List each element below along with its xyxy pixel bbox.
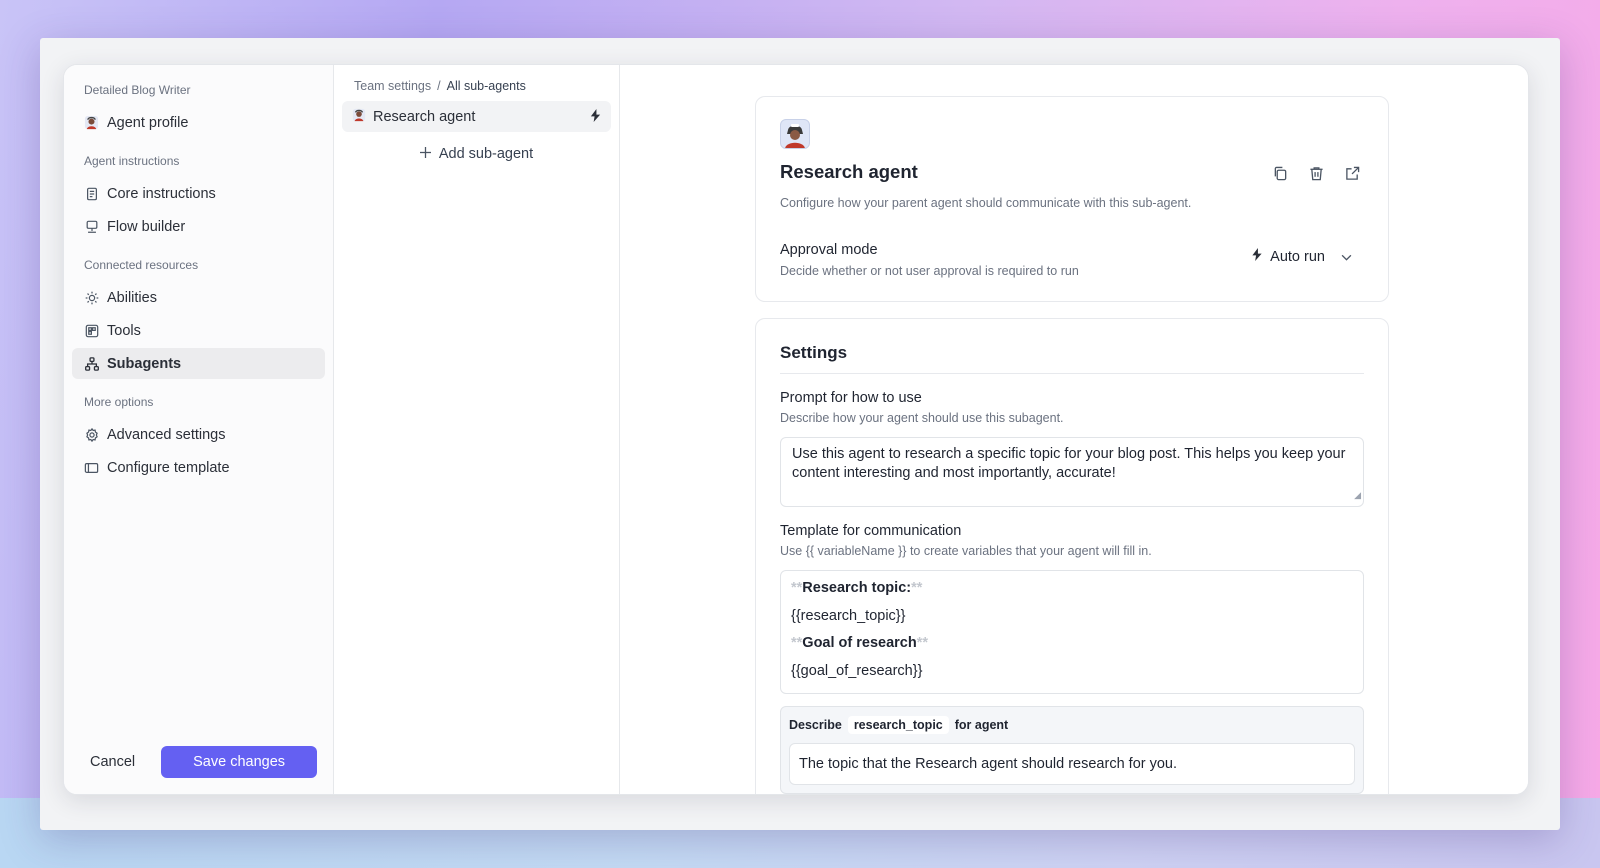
add-subagent-label: Add sub-agent xyxy=(438,146,534,162)
template-line: {{goal_of_research}} xyxy=(791,662,923,679)
sun-icon xyxy=(84,290,99,305)
breadcrumb: Team settings / All sub-agents xyxy=(342,79,611,93)
sidebar-item-tools[interactable]: Tools xyxy=(72,315,325,346)
sidebar-item-label: Abilities xyxy=(107,289,157,306)
agent-settings-modal: Detailed Blog Writer Agent profile Agent… xyxy=(63,64,1529,795)
settings-sidebar: Detailed Blog Writer Agent profile Agent… xyxy=(64,65,334,794)
settings-card: Settings Prompt for how to use Describe … xyxy=(755,318,1389,794)
hierarchy-icon xyxy=(84,356,99,371)
copy-icon[interactable] xyxy=(1270,163,1290,183)
nav-footer: Cancel Save changes xyxy=(64,746,333,778)
gear-icon xyxy=(84,427,99,442)
template-label: Template for communication xyxy=(780,523,962,539)
sidebar-item-agent-profile[interactable]: Agent profile xyxy=(72,107,325,138)
variable-description-header: Describe research_topic for agent xyxy=(789,707,1355,743)
variable-description-value: The topic that the Research agent should… xyxy=(799,756,1178,772)
sidebar-item-label: Core instructions xyxy=(107,185,216,202)
trash-icon[interactable] xyxy=(1306,163,1326,183)
flow-icon xyxy=(84,219,99,234)
sidebar-item-flow-builder[interactable]: Flow builder xyxy=(72,211,325,242)
template-description: Use {{ variableName }} to create variabl… xyxy=(780,544,1152,558)
approval-mode-value: Auto run xyxy=(1270,248,1325,265)
sidebar-item-abilities[interactable]: Abilities xyxy=(72,282,325,313)
template-line: **Goal of research** xyxy=(791,632,1353,660)
template-heading: Goal of research xyxy=(802,635,917,651)
template-icon xyxy=(84,460,99,475)
lightning-icon xyxy=(590,108,601,125)
add-subagent-button[interactable]: Add sub-agent xyxy=(342,136,611,172)
agent-avatar-icon xyxy=(352,108,366,126)
chevron-down-icon xyxy=(1341,249,1352,265)
describe-prefix: Describe xyxy=(789,718,842,732)
subagent-name: Research agent xyxy=(373,108,476,125)
section-heading-more: More options xyxy=(84,395,154,409)
markdown-marker: ** xyxy=(911,580,923,596)
breadcrumb-all-subagents[interactable]: All sub-agents xyxy=(447,79,526,93)
cancel-button[interactable]: Cancel xyxy=(80,746,145,778)
sidebar-item-subagents[interactable]: Subagents xyxy=(72,348,325,379)
tools-icon xyxy=(84,323,99,338)
template-line: {{research_topic}} xyxy=(791,607,906,624)
prompt-label: Prompt for how to use xyxy=(780,390,922,406)
subagent-list-item[interactable]: Research agent xyxy=(342,101,611,132)
approval-mode-description: Decide whether or not user approval is r… xyxy=(780,264,1079,278)
lightning-icon xyxy=(1252,248,1262,265)
template-heading: Research topic: xyxy=(802,580,912,596)
approval-mode-select[interactable]: Auto run xyxy=(1252,248,1352,265)
agent-name: Detailed Blog Writer xyxy=(84,83,191,97)
markdown-marker: ** xyxy=(916,635,929,651)
sidebar-item-label: Subagents xyxy=(107,355,182,372)
section-heading-instructions: Agent instructions xyxy=(84,154,180,168)
breadcrumb-team-settings[interactable]: Team settings xyxy=(354,79,431,93)
sidebar-item-configure-template[interactable]: Configure template xyxy=(72,452,325,483)
agent-actions xyxy=(1270,163,1362,183)
subagent-detail: Research agent Configure how your parent… xyxy=(620,65,1528,794)
describe-suffix: for agent xyxy=(954,718,1009,732)
sidebar-item-core-instructions[interactable]: Core instructions xyxy=(72,178,325,209)
save-changes-button[interactable]: Save changes xyxy=(161,746,317,778)
prompt-description: Describe how your agent should use this … xyxy=(780,411,1064,425)
document-icon xyxy=(84,186,99,201)
agent-header-card: Research agent Configure how your parent… xyxy=(755,96,1389,302)
variable-description-input[interactable]: The topic that the Research agent should… xyxy=(789,743,1355,785)
agent-avatar xyxy=(780,119,810,149)
sidebar-item-label: Agent profile xyxy=(107,114,189,131)
template-field: Template for communication Use {{ variab… xyxy=(780,523,1364,694)
sidebar-item-label: Tools xyxy=(107,322,141,339)
markdown-marker: ** xyxy=(791,580,803,596)
agent-description: Configure how your parent agent should c… xyxy=(780,196,1192,210)
agent-avatar-icon xyxy=(84,115,99,130)
plus-icon xyxy=(419,146,431,162)
variable-chip: research_topic xyxy=(847,716,949,734)
subagent-list-panel: Team settings / All sub-agents Research … xyxy=(334,65,620,794)
template-line: **Research topic:** xyxy=(791,577,1353,605)
prompt-value: Use this agent to research a specific to… xyxy=(792,446,1346,481)
sidebar-item-label: Advanced settings xyxy=(107,426,226,443)
settings-title: Settings xyxy=(780,343,1364,374)
sidebar-item-label: Flow builder xyxy=(107,218,186,235)
breadcrumb-separator: / xyxy=(437,79,441,93)
resize-handle-icon[interactable]: ◢ xyxy=(1354,486,1361,505)
external-link-icon[interactable] xyxy=(1342,163,1362,183)
variable-description-box: Describe research_topic for agent The to… xyxy=(780,706,1364,794)
markdown-marker: ** xyxy=(791,635,803,651)
section-heading-resources: Connected resources xyxy=(84,258,199,272)
sidebar-item-label: Configure template xyxy=(107,459,230,476)
prompt-textarea[interactable]: Use this agent to research a specific to… xyxy=(780,437,1364,507)
approval-mode-row: Approval mode Decide whether or not user… xyxy=(780,242,1364,278)
sidebar-item-advanced-settings[interactable]: Advanced settings xyxy=(72,419,325,450)
prompt-field: Prompt for how to use Describe how your … xyxy=(780,390,1364,507)
template-editor[interactable]: **Research topic:** {{research_topic}} *… xyxy=(780,570,1364,694)
